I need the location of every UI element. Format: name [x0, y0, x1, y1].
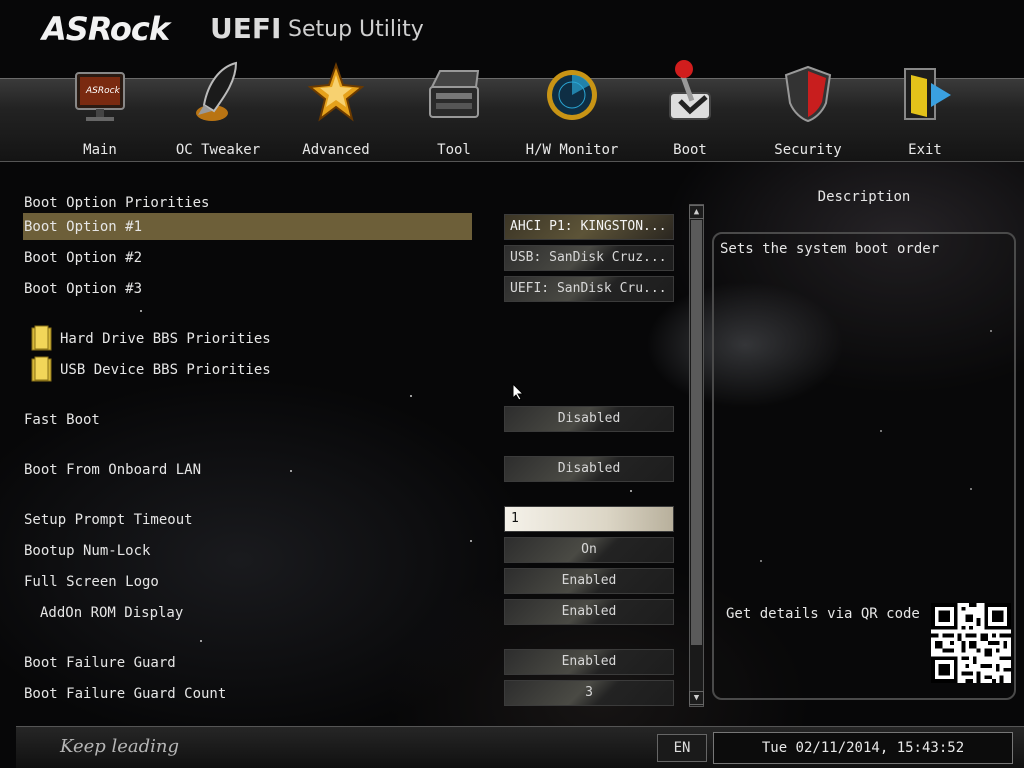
tab-label: Security	[774, 142, 842, 158]
folder-icon	[31, 325, 52, 351]
star	[140, 310, 142, 312]
failure-guard-value[interactable]: Enabled	[504, 649, 674, 675]
tab-advanced[interactable]: Advanced	[281, 61, 391, 163]
star	[200, 640, 202, 642]
joystick-icon	[669, 60, 711, 120]
star	[470, 540, 472, 542]
boot-option-2-value[interactable]: USB: SanDisk Cruz...	[504, 245, 674, 271]
boot-option-3-label[interactable]: Boot Option #3	[24, 281, 142, 297]
tab-label: H/W Monitor	[525, 142, 619, 158]
failure-guard-count-value[interactable]: 3	[504, 680, 674, 706]
prompt-timeout-input[interactable]: 1	[504, 506, 674, 532]
radar-icon	[547, 70, 597, 120]
onboard-lan-label[interactable]: Boot From Onboard LAN	[24, 462, 201, 478]
tab-security[interactable]: Security	[753, 65, 863, 163]
full-screen-logo-value[interactable]: Enabled	[504, 568, 674, 594]
language-button[interactable]: EN	[657, 734, 707, 762]
top-menu-bar: ASRock Main OC Tweaker Advanced Tool H/W…	[0, 60, 1024, 163]
boot-option-1-value[interactable]: AHCI P1: KINGSTON...	[504, 214, 674, 240]
star-icon	[308, 61, 364, 122]
svg-text:ASRock: ASRock	[85, 86, 121, 96]
shield-icon	[784, 65, 832, 123]
scrollbar-thumb[interactable]	[691, 220, 702, 645]
boot-option-2-label[interactable]: Boot Option #2	[24, 250, 142, 266]
tab-label: Main	[83, 142, 117, 158]
numlock-value[interactable]: On	[504, 537, 674, 563]
section-title: Boot Option Priorities	[24, 195, 210, 211]
tab-label: Advanced	[302, 142, 370, 158]
rocket-icon	[196, 61, 238, 121]
uefi-label: UEFI	[210, 12, 282, 45]
boot-option-1-label[interactable]: Boot Option #1	[24, 219, 142, 235]
exit-door-icon	[904, 68, 951, 120]
tab-tool[interactable]: Tool	[399, 70, 509, 163]
full-screen-logo-label[interactable]: Full Screen Logo	[24, 574, 159, 590]
qr-code-label: Get details via QR code	[726, 606, 920, 622]
addon-rom-label[interactable]: AddOn ROM Display	[40, 605, 183, 621]
asrock-logo: ASRock	[42, 10, 170, 48]
prompt-timeout-label[interactable]: Setup Prompt Timeout	[24, 512, 193, 528]
setup-utility-title: Setup Utility	[288, 17, 424, 42]
monitor-icon: ASRock	[75, 72, 125, 121]
description-text: Sets the system boot order	[720, 241, 940, 257]
star	[630, 490, 632, 492]
mouse-cursor-icon	[512, 383, 524, 401]
boot-option-3-value[interactable]: UEFI: SanDisk Cru...	[504, 276, 674, 302]
tab-exit[interactable]: Exit	[870, 68, 980, 163]
scroll-down-arrow-icon[interactable]: ▼	[689, 691, 704, 705]
qr-code-icon[interactable]	[931, 603, 1011, 683]
star	[410, 395, 412, 397]
tab-main[interactable]: ASRock Main	[45, 72, 155, 163]
tab-boot[interactable]: Boot	[635, 60, 745, 163]
scroll-up-arrow-icon[interactable]: ▲	[689, 205, 704, 219]
failure-guard-label[interactable]: Boot Failure Guard	[24, 655, 176, 671]
description-title: Description	[817, 189, 911, 205]
tab-oc-tweaker[interactable]: OC Tweaker	[163, 61, 273, 163]
tab-label: OC Tweaker	[175, 142, 261, 158]
tab-label: Tool	[437, 142, 471, 158]
slogan: Keep leading	[60, 736, 180, 757]
addon-rom-value[interactable]: Enabled	[504, 599, 674, 625]
submenu-usb-device-bbs[interactable]: USB Device BBS Priorities	[60, 362, 271, 378]
toolbox-icon	[429, 70, 480, 118]
failure-guard-count-label[interactable]: Boot Failure Guard Count	[24, 686, 226, 702]
tab-label: Boot	[673, 142, 707, 158]
submenu-hard-drive-bbs[interactable]: Hard Drive BBS Priorities	[60, 331, 271, 347]
datetime-display: Tue 02/11/2014, 15:43:52	[713, 732, 1013, 764]
tab-label: Exit	[908, 142, 942, 158]
star	[290, 470, 292, 472]
onboard-lan-value[interactable]: Disabled	[504, 456, 674, 482]
folder-icon	[31, 356, 52, 382]
tab-hw-monitor[interactable]: H/W Monitor	[517, 70, 627, 163]
numlock-label[interactable]: Bootup Num-Lock	[24, 543, 150, 559]
fast-boot-label[interactable]: Fast Boot	[24, 412, 100, 428]
fast-boot-value[interactable]: Disabled	[504, 406, 674, 432]
